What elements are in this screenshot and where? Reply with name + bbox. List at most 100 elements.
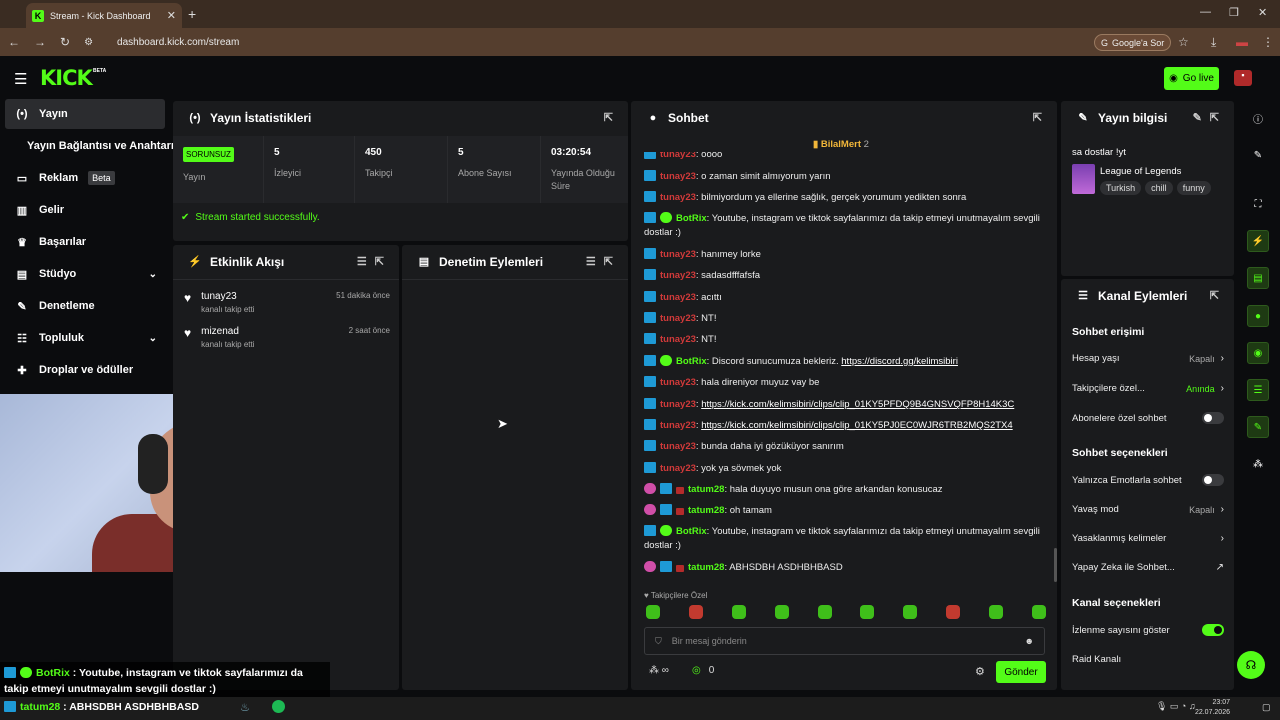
support-headset-icon[interactable]: ☊ [1237, 651, 1265, 679]
browser-tab[interactable]: K Stream - Kick Dashboard ✕ [26, 3, 182, 28]
slow-mode-row[interactable]: Yavaş mod Kapalı › [1072, 504, 1224, 515]
followers-only-row[interactable]: Takipçilere özel... Anında › [1072, 383, 1224, 394]
edit-pencil-icon[interactable]: ✎ [1247, 144, 1269, 166]
broadcast-icon[interactable]: ◉ [1247, 342, 1269, 364]
sidebar-item-ads[interactable]: ▭ Reklam Beta [5, 163, 165, 193]
emote-icon[interactable] [946, 605, 961, 619]
emote-icon[interactable] [1031, 605, 1046, 619]
chat-username[interactable]: tunay23 [660, 334, 696, 345]
account-age-row[interactable]: Hesap yaşı Kapalı › [1072, 353, 1224, 364]
sidebar-item-revenue[interactable]: ▥ Gelir [5, 195, 165, 225]
sidebar-item-stream[interactable]: (•) Yayın [5, 99, 165, 129]
maximize-icon[interactable]: ❐ [1229, 6, 1239, 19]
go-live-button[interactable]: ◉ Go live [1164, 67, 1219, 90]
settings-gear-icon[interactable]: ⚙ [975, 665, 985, 678]
filter-icon[interactable]: ☰ [357, 255, 367, 268]
kick-logo[interactable]: KICK [40, 66, 93, 90]
emote-icon[interactable] [860, 605, 875, 619]
crop-icon[interactable]: ⛶ [1247, 193, 1269, 215]
popout-icon[interactable]: ⇱ [1210, 111, 1219, 124]
chat-username[interactable]: tunay23 [660, 270, 696, 281]
close-window-icon[interactable]: ✕ [1258, 6, 1267, 19]
chat-username[interactable]: tunay23 [660, 399, 696, 410]
event-user[interactable]: tunay23 [201, 291, 254, 302]
chat-username[interactable]: tunay23 [660, 463, 696, 474]
chat-link[interactable]: https://kick.com/kelimsibiri/clips/clip_… [701, 399, 1014, 410]
chat-username[interactable]: BotRix [676, 213, 707, 224]
sidebar-item-achievements[interactable]: ♛ Başarılar [5, 227, 165, 257]
chat-username[interactable]: tunay23 [660, 441, 696, 452]
chat-username[interactable]: tatum28 [688, 562, 724, 573]
document-icon[interactable]: ▤ [1247, 267, 1269, 289]
ai-chat-row[interactable]: Yapay Zeka ile Sohbet... ↗ [1072, 562, 1224, 573]
spotify-icon[interactable] [272, 700, 285, 713]
chat-username[interactable]: tunay23 [660, 313, 696, 324]
emote-only-toggle[interactable] [1202, 474, 1224, 486]
popout-icon[interactable]: ⇱ [375, 255, 384, 268]
chat-username[interactable]: tatum28 [688, 484, 724, 495]
popout-icon[interactable]: ⇱ [604, 111, 613, 124]
send-button[interactable]: Gönder [996, 661, 1046, 683]
google-ask-button[interactable]: G Google'a Sor [1094, 34, 1172, 51]
users-infinity-icon[interactable]: ⁂ ∞ [649, 665, 669, 676]
pinned-user[interactable]: ▮ BilalMert 2 [813, 139, 869, 150]
bookmark-star-icon[interactable]: ☆ [1178, 35, 1189, 49]
sidebar-item-community[interactable]: ☷ Topluluk ⌄ [5, 323, 165, 353]
emote-icon[interactable] [817, 605, 832, 619]
sidebar-item-moderation[interactable]: ✎ Denetleme [5, 291, 165, 321]
minimize-icon[interactable]: — [1200, 6, 1211, 18]
sliders-icon[interactable]: ☰ [1247, 379, 1269, 401]
emote-icon[interactable] [646, 605, 660, 619]
new-tab-icon[interactable]: + [188, 6, 196, 22]
subs-only-toggle[interactable] [1202, 412, 1224, 424]
emote-icon[interactable] [774, 605, 789, 619]
chat-username[interactable]: tunay23 [660, 192, 696, 203]
sidebar-item-stream-key[interactable]: Yayın Bağlantısı ve Anahtarı [5, 131, 175, 161]
banned-words-row[interactable]: Yasaklanmış kelimeler › [1072, 533, 1224, 544]
user-avatar[interactable]: ▪ [1234, 70, 1252, 86]
show-views-toggle[interactable] [1202, 624, 1224, 636]
chat-link[interactable]: https://discord.gg/kelimsibiri [841, 356, 958, 367]
chat-username[interactable]: tunay23 [660, 292, 696, 303]
edit-pencil-icon[interactable]: ✎ [1193, 111, 1202, 124]
emote-icon[interactable] [903, 605, 918, 619]
back-icon[interactable]: ← [8, 35, 20, 49]
sidebar-item-studio[interactable]: ▤ Stüdyo ⌄ [5, 259, 165, 289]
download-icon[interactable]: ⤓ [1211, 35, 1216, 50]
emote-icon[interactable] [688, 605, 703, 619]
chat-username[interactable]: tunay23 [660, 420, 696, 431]
raid-row[interactable]: Raid Kanalı [1072, 654, 1224, 665]
popout-icon[interactable]: ⇱ [1033, 111, 1042, 124]
browser-menu-icon[interactable]: ⋮ [1262, 35, 1274, 49]
emote-icon[interactable] [731, 605, 746, 619]
users-icon[interactable]: ⁂ [1247, 453, 1269, 475]
chat-input[interactable]: ⛉ Bir mesaj gönderin ☻ [644, 627, 1045, 655]
popout-icon[interactable]: ⇱ [604, 255, 613, 268]
chat-username[interactable]: tunay23 [660, 171, 696, 182]
emoji-icon[interactable]: ☻ [1025, 636, 1034, 646]
notification-icon[interactable]: ▢ [1262, 702, 1271, 713]
sidebar-item-drops[interactable]: ✚ Droplar ve ödüller [5, 355, 165, 385]
chat-bubble-icon[interactable]: ● [1247, 305, 1269, 327]
chat-link[interactable]: https://kick.com/kelimsibiri/clips/clip_… [701, 420, 1012, 431]
lightning-icon[interactable]: ⚡ [1247, 230, 1269, 252]
url-field[interactable]: dashboard.kick.com/stream [117, 37, 239, 48]
event-user[interactable]: mizenad [201, 326, 254, 337]
chat-username[interactable]: BotRix [676, 356, 707, 367]
chat-username[interactable]: tatum28 [688, 505, 724, 516]
reload-icon[interactable]: ↻ [60, 35, 70, 49]
steam-icon[interactable]: ♨ [240, 701, 250, 714]
chat-username[interactable]: tunay23 [660, 152, 696, 160]
site-info-icon[interactable]: ⚙ [84, 37, 93, 48]
hamburger-menu-icon[interactable]: ☰ [14, 70, 27, 88]
info-icon[interactable]: ⓘ [1247, 107, 1269, 129]
chat-scrollbar[interactable] [1054, 548, 1057, 582]
forward-icon[interactable]: → [34, 35, 46, 49]
chat-username[interactable]: BotRix [676, 526, 707, 537]
chat-username[interactable]: tunay23 [660, 249, 696, 260]
popout-icon[interactable]: ⇱ [1210, 289, 1219, 302]
emote-icon[interactable] [989, 605, 1003, 619]
category-name[interactable]: League of Legends [1100, 166, 1181, 177]
filter-icon[interactable]: ☰ [586, 255, 596, 268]
close-tab-icon[interactable]: ✕ [167, 9, 176, 22]
